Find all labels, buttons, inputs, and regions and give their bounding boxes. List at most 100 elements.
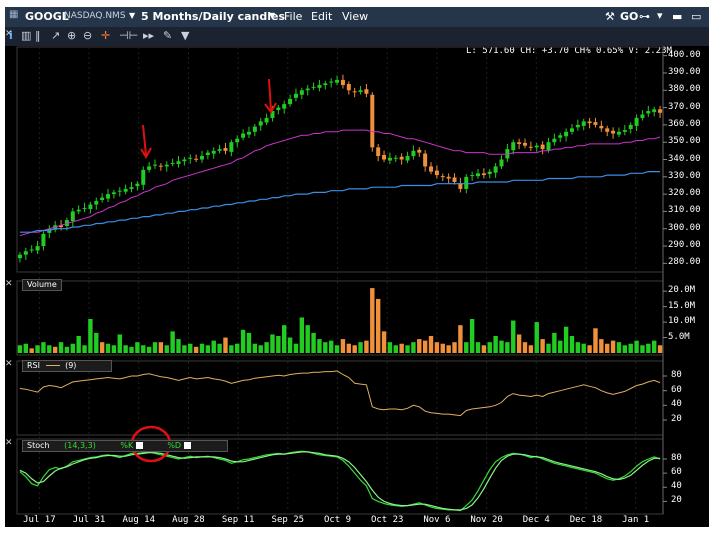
candle-body [558,135,563,138]
candle-body [658,109,663,113]
rsi-tick-label: 60 [671,384,682,395]
stoch-d-legend: %D [167,441,182,450]
candle-body [282,104,287,109]
candle-body [41,233,46,247]
volume-bar [528,345,534,353]
volume-bar [199,343,205,353]
candle-body [499,159,504,167]
stoch-label: Stoch [27,441,50,450]
volume-panel-label: Volume [22,279,62,291]
volume-bar [452,342,457,353]
stoch-tick-label: 40 [671,481,682,492]
candle-body [470,175,475,177]
volume-bar [135,342,140,353]
volume-bar [223,337,228,353]
candle-body [652,109,657,113]
candle-body [276,107,281,110]
volume-bar [152,342,158,353]
price-panel-frame [16,46,664,273]
stoch-k-checkbox[interactable] [135,442,143,449]
candle-body [129,187,134,189]
volume-bar [387,342,393,353]
candle-body [252,126,257,132]
volume-bar [264,342,269,353]
volume-bar [575,342,581,353]
volume-bar [76,336,81,353]
volume-bar [252,343,258,353]
candle-body [135,183,140,187]
candle-body [493,166,498,173]
price-tick-label: 330.00 [668,170,701,181]
stoch-d-checkbox[interactable] [183,442,191,449]
volume-bar [399,343,404,353]
candle-body [411,150,416,157]
volume-bar [593,328,598,353]
volume-bar [88,319,93,353]
price-panel-close-icon[interactable]: ✕ [5,29,13,39]
candle-body [288,98,293,105]
candle-body [387,157,392,161]
volume-bar [193,346,199,353]
candle-body [35,246,40,251]
candle-body [487,171,492,175]
volume-bar [58,342,64,353]
stoch-panel-close-icon[interactable]: ✕ [5,438,13,448]
candle-body [194,158,199,160]
volume-bar [352,345,357,353]
candle-body [299,90,304,95]
volume-bar [622,345,628,353]
candle-body [599,125,604,129]
volume-bar [64,346,70,353]
candle-body [616,131,621,135]
volume-bar [176,339,181,353]
x-tick-label: Jul 31 [72,515,106,525]
candle-body [622,130,627,132]
volume-bar [17,345,23,353]
rsi-tick-label: 20 [671,414,682,424]
stoch-tick-label: 60 [671,467,682,478]
volume-bar [35,345,40,353]
candle-body [575,124,580,128]
volume-bar [563,326,569,353]
volume-bar [657,345,663,353]
x-tick-label: Aug 14 [122,515,155,525]
price-tick-label: 290.00 [668,240,701,251]
price-tick-label: 280.00 [668,257,701,268]
volume-bar [505,342,510,353]
annotation-arrow-1 [140,124,152,159]
candle-body [340,79,345,86]
candle-body [246,131,251,135]
candle-body [147,166,152,170]
volume-bar [188,343,193,353]
volume-bar [258,345,263,353]
candle-body [305,88,310,91]
rsi-tick-label: 80 [671,370,682,380]
volume-bar [282,325,287,353]
candle-body [311,86,316,88]
price-tick-label: 380.00 [668,84,701,95]
candle-body [17,254,22,259]
candle-body [646,111,651,114]
candle-body [123,188,128,192]
candle-body [211,150,216,154]
volume-bar [270,334,275,353]
candle-body [481,173,486,176]
candle-body [335,79,340,83]
volume-bar [569,336,575,353]
volume-panel-close-icon[interactable]: ✕ [5,279,13,289]
volume-bar [47,345,52,353]
volume-bar [464,342,469,353]
candle-body [352,91,357,93]
volume-bar [475,342,481,353]
volume-bar [287,337,293,353]
volume-bar [599,339,604,353]
candle-body [611,130,616,134]
x-tick-label: Nov 6 [423,515,451,525]
rsi-panel-close-icon[interactable]: ✕ [5,359,13,369]
volume-bar [552,332,557,353]
volume-bar [311,332,316,353]
candle-body [29,249,34,251]
volume-bar [634,340,639,353]
candle-body [317,85,322,88]
volume-bar [205,345,211,353]
